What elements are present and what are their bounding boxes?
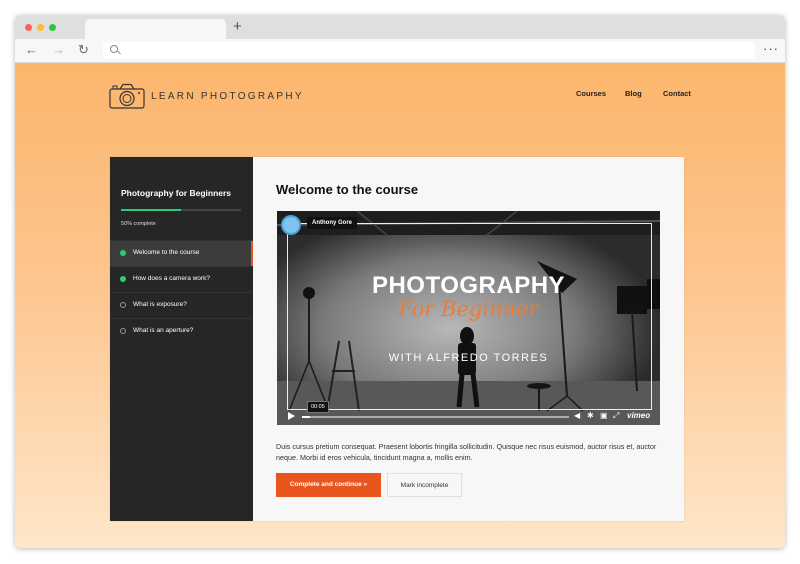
course-progress-bar: [121, 209, 241, 211]
lesson-item-exposure[interactable]: What is exposure?: [110, 292, 253, 318]
settings-gear-icon[interactable]: ✱: [587, 411, 594, 421]
play-icon[interactable]: [288, 412, 295, 420]
video-script-text: For Beginner: [398, 297, 539, 321]
lesson-incomplete-icon: [120, 302, 126, 308]
complete-and-continue-button[interactable]: Complete and continue »: [276, 473, 381, 497]
address-bar[interactable]: [103, 42, 755, 59]
logo-text: LEARN PHOTOGRAPHY: [151, 91, 304, 102]
vimeo-logo[interactable]: vimeo: [627, 411, 650, 420]
video-seek-fill: [302, 416, 310, 418]
maximize-window-icon[interactable]: [49, 24, 56, 31]
mark-incomplete-button[interactable]: Mark incomplete: [387, 473, 462, 497]
browser-menu-icon[interactable]: ···: [763, 41, 779, 57]
lesson-item-camera[interactable]: How does a camera work?: [110, 266, 253, 292]
nav-link-blog[interactable]: Blog: [625, 89, 642, 98]
forward-arrow-icon[interactable]: →: [52, 42, 65, 58]
browser-titlebar: +: [15, 15, 785, 39]
camera-logo-icon: [109, 83, 145, 109]
search-icon: [110, 45, 118, 53]
lesson-description: Duis cursus pretium consequat. Praesent …: [276, 442, 657, 462]
lesson-item-welcome[interactable]: Welcome to the course: [110, 240, 253, 266]
lesson-list: Welcome to the course How does a camera …: [110, 240, 253, 344]
volume-icon[interactable]: ◀: [574, 411, 580, 421]
lesson-content: Welcome to the course Anthony Gore PHOTO…: [253, 157, 684, 521]
browser-toolbar: ← → ↻ ···: [15, 39, 785, 63]
course-progress-fill: [121, 209, 181, 211]
video-controls: ◀ ✱ ▣ ⤢ vimeo: [277, 408, 660, 425]
browser-tab[interactable]: [85, 19, 226, 39]
nav-link-courses[interactable]: Courses: [576, 89, 606, 98]
lesson-label: What is exposure?: [133, 301, 187, 308]
author-avatar[interactable]: [281, 215, 301, 235]
close-window-icon[interactable]: [25, 24, 32, 31]
lesson-item-aperture[interactable]: What is an aperture?: [110, 318, 253, 344]
new-tab-icon[interactable]: +: [233, 18, 242, 36]
course-title: Photography for Beginners: [121, 188, 232, 198]
lesson-label: Welcome to the course: [133, 249, 200, 256]
lesson-incomplete-icon: [120, 328, 126, 334]
picture-in-picture-icon[interactable]: ▣: [600, 411, 608, 421]
video-title-text: PHOTOGRAPHY: [371, 272, 566, 299]
course-progress-text: 50% complete: [121, 221, 156, 227]
lesson-complete-icon: [120, 250, 126, 256]
course-card: Photography for Beginners 50% complete W…: [110, 157, 684, 521]
back-arrow-icon[interactable]: ←: [25, 42, 38, 58]
browser-window: + ← → ↻ ··· LEARN PHOTOGRAPHY Courses Bl…: [15, 15, 785, 548]
reload-icon[interactable]: ↻: [78, 42, 89, 58]
lesson-complete-icon: [120, 276, 126, 282]
course-sidebar: Photography for Beginners 50% complete W…: [110, 157, 253, 521]
page: LEARN PHOTOGRAPHY Courses Blog Contact P…: [15, 63, 785, 548]
fullscreen-icon[interactable]: ⤢: [613, 411, 619, 421]
video-author[interactable]: Anthony Gore: [307, 217, 357, 229]
lesson-title: Welcome to the course: [276, 182, 419, 197]
minimize-window-icon[interactable]: [37, 24, 44, 31]
video-subtitle-text: WITH ALFREDO TORRES: [388, 352, 549, 364]
nav-link-contact[interactable]: Contact: [663, 89, 691, 98]
video-seek-bar[interactable]: [302, 416, 569, 418]
lesson-label: How does a camera work?: [133, 275, 210, 282]
video-player[interactable]: Anthony Gore PHOTOGRAPHY For Beginner WI…: [277, 211, 660, 425]
lesson-label: What is an aperture?: [133, 327, 194, 334]
